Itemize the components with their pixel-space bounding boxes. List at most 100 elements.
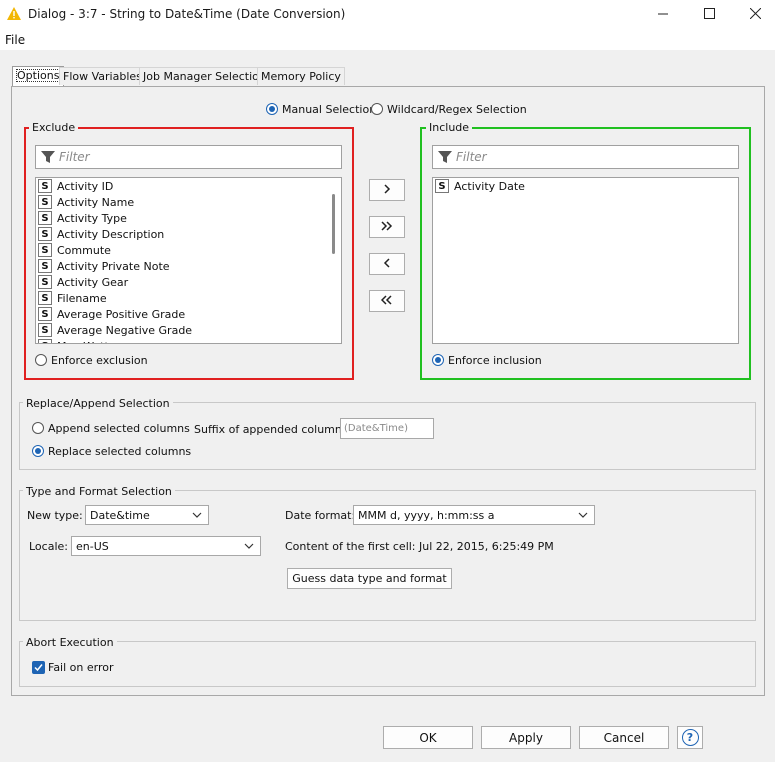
exclude-item-label: Filename	[57, 291, 107, 305]
tab-memory-policy[interactable]: Memory Policy	[257, 67, 345, 85]
checkmark-icon	[34, 664, 43, 672]
exclude-item-label: Activity Private Note	[57, 259, 170, 273]
string-type-icon: S	[38, 211, 52, 225]
include-title: Include	[426, 121, 473, 134]
string-type-icon: S	[38, 323, 52, 337]
tab-options-label: Options	[16, 69, 61, 82]
close-button[interactable]	[732, 0, 775, 30]
append-columns-radio[interactable]	[32, 422, 44, 434]
abort-execution-title: Abort Execution	[23, 636, 117, 649]
wildcard-selection-label: Wildcard/Regex Selection	[387, 103, 527, 116]
append-columns-label: Append selected columns	[48, 422, 190, 435]
exclude-list-item[interactable]: S Activity Name	[36, 194, 341, 210]
exclude-item-label: Max Watts	[57, 340, 115, 344]
date-format-label: Date format:	[285, 509, 356, 522]
abort-execution-group	[19, 641, 756, 687]
exclude-item-label: Average Negative Grade	[57, 323, 193, 337]
date-format-select[interactable]: MMM d, yyyy, h:mm:ss a	[353, 505, 595, 525]
string-type-icon: S	[38, 339, 52, 343]
maximize-button[interactable]	[686, 0, 732, 30]
string-type-icon: S	[38, 291, 52, 305]
exclude-list-item[interactable]: S Activity Private Note	[36, 258, 341, 274]
chevron-down-icon	[192, 510, 202, 523]
first-cell-value: Jul 22, 2015, 6:25:49 PM	[419, 540, 554, 553]
fail-on-error-checkbox[interactable]	[32, 661, 45, 674]
enforce-exclusion-label: Enforce exclusion	[51, 354, 148, 367]
new-type-value: Date&time	[90, 508, 150, 522]
ok-label: OK	[419, 730, 437, 745]
tab-flow-variables[interactable]: Flow Variables	[59, 67, 146, 85]
apply-label: Apply	[509, 730, 543, 745]
replace-append-title: Replace/Append Selection	[23, 397, 173, 410]
include-filter-input[interactable]: Filter	[432, 145, 739, 169]
help-button[interactable]: ?	[677, 726, 703, 749]
exclude-list-item[interactable]: S Filename	[36, 290, 341, 306]
tab-options[interactable]: Options	[12, 66, 65, 86]
manual-selection-label: Manual Selection	[282, 103, 377, 116]
first-cell-label: Content of the first cell: Jul 22, 2015,…	[285, 540, 554, 553]
exclude-list-item[interactable]: S Max Watts	[36, 338, 341, 344]
exclude-filter-placeholder: Filter	[59, 150, 90, 164]
include-filter-placeholder: Filter	[456, 150, 487, 164]
exclude-list-item[interactable]: S Activity Type	[36, 210, 341, 226]
exclude-item-label: Activity Description	[57, 227, 165, 241]
exclude-list-scrollbar[interactable]	[332, 194, 335, 254]
double-chevron-left-icon	[380, 294, 394, 308]
string-type-icon: S	[38, 275, 52, 289]
exclude-list-item[interactable]: S Activity Gear	[36, 274, 341, 290]
exclude-list-item[interactable]: S Average Positive Grade	[36, 306, 341, 322]
add-button[interactable]	[369, 179, 405, 201]
locale-select[interactable]: en-US	[71, 536, 261, 556]
replace-columns-radio[interactable]	[32, 445, 44, 457]
include-list-item[interactable]: S Activity Date	[433, 178, 738, 194]
string-type-icon: S	[38, 307, 52, 321]
minimize-button[interactable]	[640, 0, 686, 30]
remove-all-button[interactable]	[369, 290, 405, 312]
double-chevron-right-icon	[380, 220, 394, 234]
string-type-icon: S	[38, 243, 52, 257]
string-type-icon: S	[38, 195, 52, 209]
exclude-item-label: Activity ID	[57, 179, 114, 193]
include-item-label: Activity Date	[454, 179, 525, 193]
apply-button[interactable]: Apply	[481, 726, 571, 749]
exclude-list-item[interactable]: S Commute	[36, 242, 341, 258]
exclude-item-label: Activity Type	[57, 211, 127, 225]
tab-job-manager-selection[interactable]: Job Manager Selection	[139, 67, 270, 85]
date-format-value: MMM d, yyyy, h:mm:ss a	[358, 508, 495, 522]
ok-button[interactable]: OK	[383, 726, 473, 749]
menu-file[interactable]: File	[5, 33, 25, 47]
exclude-list-item[interactable]: S Average Negative Grade	[36, 322, 341, 338]
fail-on-error-label: Fail on error	[48, 661, 114, 674]
exclude-list[interactable]: S Activity ID S Activity Name S Activity Type…	[35, 177, 342, 344]
maximize-icon	[703, 8, 715, 22]
guess-format-button[interactable]: Guess data type and format	[287, 568, 452, 589]
add-all-button[interactable]	[369, 216, 405, 238]
enforce-exclusion-radio[interactable]	[35, 354, 47, 366]
suffix-input[interactable]: (Date&Time)	[340, 418, 434, 439]
new-type-label: New type:	[27, 509, 83, 522]
menu-bar	[0, 30, 775, 50]
warning-triangle-icon	[6, 6, 22, 22]
string-type-icon: S	[38, 259, 52, 273]
exclude-list-item[interactable]: S Activity ID	[36, 178, 341, 194]
remove-button[interactable]	[369, 253, 405, 275]
filter-funnel-icon	[41, 150, 55, 167]
suffix-value: (Date&Time)	[344, 423, 408, 434]
exclude-item-label: Activity Name	[57, 195, 135, 209]
guess-format-label: Guess data type and format	[292, 572, 447, 585]
exclude-item-label: Commute	[57, 243, 111, 257]
include-list[interactable]: S Activity Date	[432, 177, 739, 344]
chevron-down-icon	[578, 510, 588, 523]
tab-memory-policy-label: Memory Policy	[261, 70, 341, 83]
exclude-list-item[interactable]: S Activity Description	[36, 226, 341, 242]
cancel-button[interactable]: Cancel	[579, 726, 669, 749]
enforce-inclusion-radio[interactable]	[432, 354, 444, 366]
chevron-down-icon	[244, 541, 254, 554]
wildcard-selection-radio[interactable]	[371, 103, 383, 115]
manual-selection-radio[interactable]	[266, 103, 278, 115]
string-type-icon: S	[435, 179, 449, 193]
exclude-filter-input[interactable]: Filter	[35, 145, 342, 169]
locale-label: Locale:	[29, 540, 68, 553]
exclude-title: Exclude	[29, 121, 79, 134]
new-type-select[interactable]: Date&time	[85, 505, 209, 525]
